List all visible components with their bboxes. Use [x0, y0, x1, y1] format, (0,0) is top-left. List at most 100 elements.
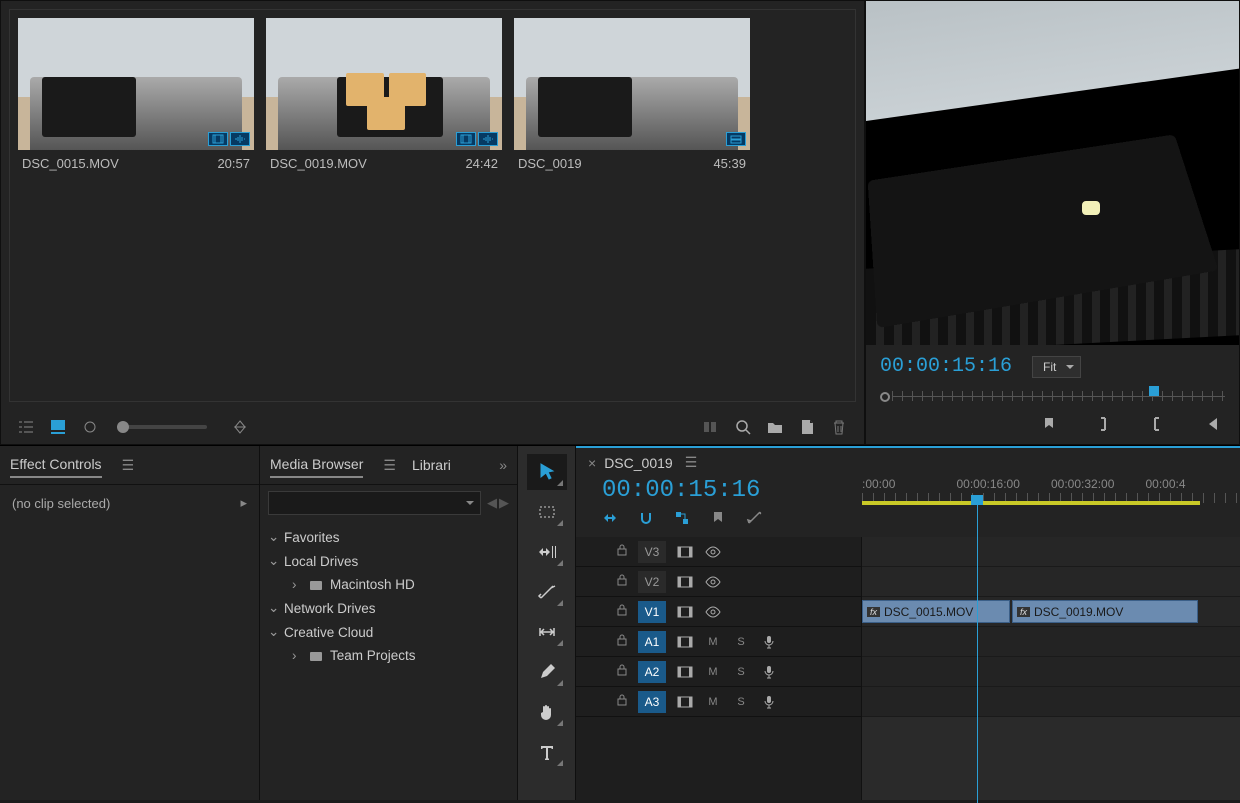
- slip-tool[interactable]: [527, 614, 567, 650]
- voice-over-icon[interactable]: [760, 664, 778, 680]
- tree-group[interactable]: ⌄Network Drives: [262, 596, 515, 620]
- trash-icon[interactable]: [830, 418, 848, 436]
- voice-over-icon[interactable]: [760, 634, 778, 650]
- mute-toggle[interactable]: M: [704, 634, 722, 650]
- toggle-sync-lock-icon[interactable]: [676, 544, 694, 560]
- effect-controls-tab[interactable]: Effect Controls: [10, 452, 102, 478]
- lock-icon[interactable]: [616, 694, 630, 709]
- selection-tool[interactable]: [527, 454, 567, 490]
- audio-track-header[interactable]: A1 MS: [576, 627, 861, 657]
- close-sequence-icon[interactable]: ×: [588, 455, 596, 471]
- solo-toggle[interactable]: S: [732, 694, 750, 710]
- audio-track-header[interactable]: A3 MS: [576, 687, 861, 717]
- media-browser-tab[interactable]: Media Browser: [270, 452, 363, 478]
- clip-thumbnail[interactable]: DSC_0019.MOV24:42: [266, 18, 502, 171]
- audio-track-lane[interactable]: [862, 627, 1240, 657]
- thumbnail-zoom-slider[interactable]: [117, 425, 207, 429]
- video-track-lane[interactable]: [862, 567, 1240, 597]
- tree-group[interactable]: ⌄Creative Cloud: [262, 620, 515, 644]
- lock-icon[interactable]: [616, 574, 630, 589]
- toggle-sync-lock-icon[interactable]: [676, 694, 694, 710]
- toggle-track-output-icon[interactable]: [704, 574, 722, 590]
- linked-selection-icon[interactable]: [674, 510, 690, 529]
- toggle-sync-lock-icon[interactable]: [676, 634, 694, 650]
- track-select-tool[interactable]: [527, 494, 567, 530]
- search-icon[interactable]: [734, 418, 752, 436]
- tree-group[interactable]: ⌄Favorites: [262, 525, 515, 549]
- timeline-settings-icon[interactable]: [746, 510, 762, 529]
- new-bin-icon[interactable]: [766, 418, 784, 436]
- overflow-tabs-icon[interactable]: »: [499, 457, 507, 473]
- clip-thumbnail[interactable]: DSC_0015.MOV20:57: [18, 18, 254, 171]
- pen-tool[interactable]: [527, 654, 567, 690]
- timeline-timecode[interactable]: 00:00:15:16: [602, 477, 862, 504]
- lock-icon[interactable]: [616, 664, 630, 679]
- toggle-sync-lock-icon[interactable]: [676, 604, 694, 620]
- type-tool[interactable]: [527, 734, 567, 770]
- sequence-tab[interactable]: DSC_0019: [604, 455, 673, 471]
- toggle-sync-lock-icon[interactable]: [676, 664, 694, 680]
- panel-menu-icon[interactable]: ☰: [122, 457, 135, 474]
- track-target-toggle[interactable]: V1: [638, 601, 666, 623]
- add-marker-icon[interactable]: [1039, 414, 1059, 434]
- nav-back-icon[interactable]: ◀: [487, 495, 497, 511]
- program-scrubber[interactable]: [880, 386, 1225, 404]
- toggle-track-output-icon[interactable]: [704, 604, 722, 620]
- audio-track-lane[interactable]: [862, 687, 1240, 717]
- ripple-edit-tool[interactable]: [527, 534, 567, 570]
- track-target-toggle[interactable]: A2: [638, 661, 666, 683]
- nav-forward-icon[interactable]: ▶: [499, 495, 509, 511]
- timeline-tracks[interactable]: fxDSC_0015.MOVfxDSC_0019.MOV: [862, 537, 1240, 800]
- audio-track-header[interactable]: A2 MS: [576, 657, 861, 687]
- track-target-toggle[interactable]: V2: [638, 571, 666, 593]
- media-browser-path-dropdown[interactable]: [268, 491, 481, 515]
- snap-icon[interactable]: [638, 510, 654, 529]
- go-to-in-icon[interactable]: [1201, 414, 1221, 434]
- video-track-lane[interactable]: [862, 537, 1240, 567]
- lock-icon[interactable]: [616, 604, 630, 619]
- video-track-header[interactable]: V3: [576, 537, 861, 567]
- insert-overwrite-icon[interactable]: [602, 510, 618, 529]
- audio-track-lane[interactable]: [862, 657, 1240, 687]
- list-view-icon[interactable]: [17, 418, 35, 436]
- zoom-fit-dropdown[interactable]: Fit: [1032, 356, 1081, 378]
- sort-icon[interactable]: [231, 418, 249, 436]
- libraries-tab[interactable]: Librari: [412, 453, 451, 477]
- program-monitor-view[interactable]: [866, 1, 1239, 345]
- toggle-track-output-icon[interactable]: [704, 544, 722, 560]
- tree-item[interactable]: ›Team Projects: [262, 644, 515, 667]
- video-track-header[interactable]: V1: [576, 597, 861, 627]
- razor-tool[interactable]: [527, 574, 567, 610]
- mute-toggle[interactable]: M: [704, 664, 722, 680]
- new-item-icon[interactable]: [798, 418, 816, 436]
- toggle-sync-lock-icon[interactable]: [676, 574, 694, 590]
- mute-toggle[interactable]: M: [704, 694, 722, 710]
- solo-toggle[interactable]: S: [732, 664, 750, 680]
- track-target-toggle[interactable]: A3: [638, 691, 666, 713]
- panel-menu-icon[interactable]: ☰: [685, 454, 698, 471]
- caret-right-icon[interactable]: ▸: [240, 495, 247, 511]
- lock-icon[interactable]: [616, 544, 630, 559]
- panel-menu-icon[interactable]: ☰: [383, 457, 396, 474]
- track-target-toggle[interactable]: A1: [638, 631, 666, 653]
- add-marker-icon[interactable]: [710, 510, 726, 529]
- video-track-lane[interactable]: fxDSC_0015.MOVfxDSC_0019.MOV: [862, 597, 1240, 627]
- tree-group[interactable]: ⌄Local Drives: [262, 549, 515, 573]
- mark-out-icon[interactable]: [1147, 414, 1167, 434]
- timeline-clip[interactable]: fxDSC_0015.MOV: [862, 600, 1010, 623]
- icon-view-icon[interactable]: [49, 418, 67, 436]
- automate-to-sequence-icon[interactable]: [702, 418, 720, 436]
- freeform-view-icon[interactable]: [81, 418, 99, 436]
- solo-toggle[interactable]: S: [732, 634, 750, 650]
- clip-thumbnail[interactable]: DSC_001945:39: [514, 18, 750, 171]
- timeline-clip[interactable]: fxDSC_0019.MOV: [1012, 600, 1198, 623]
- hand-tool[interactable]: [527, 694, 567, 730]
- timeline-ruler[interactable]: :00:0000:00:16:0000:00:32:0000:00:4: [862, 477, 1240, 529]
- tree-item[interactable]: ›Macintosh HD: [262, 573, 515, 596]
- mark-in-icon[interactable]: [1093, 414, 1113, 434]
- program-timecode[interactable]: 00:00:15:16: [880, 355, 1012, 378]
- voice-over-icon[interactable]: [760, 694, 778, 710]
- track-target-toggle[interactable]: V3: [638, 541, 666, 563]
- lock-icon[interactable]: [616, 634, 630, 649]
- video-track-header[interactable]: V2: [576, 567, 861, 597]
